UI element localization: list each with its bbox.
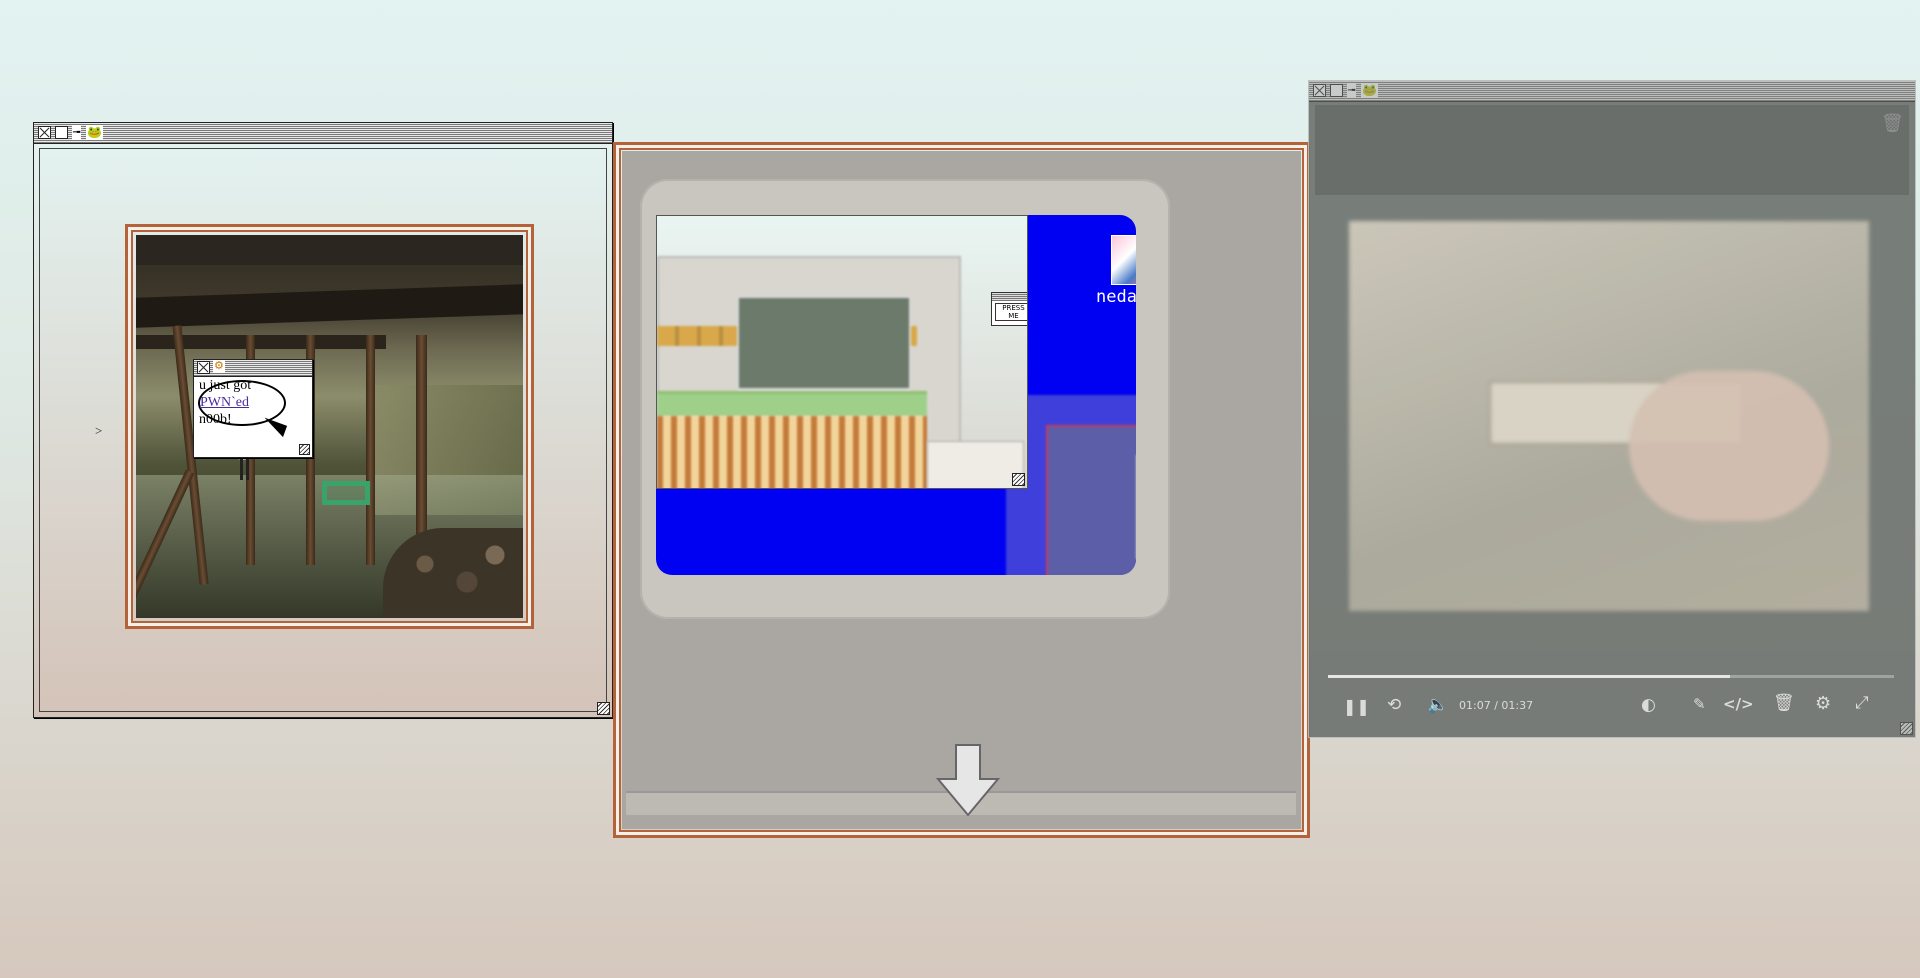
pencil-icon[interactable]: ✎: [1693, 695, 1706, 713]
pwned-popup: ⚙ u just got PWN`ed n00b!: [193, 359, 313, 458]
popup-text-3: n00b!: [199, 412, 232, 427]
volume-icon[interactable]: 🔈: [1427, 695, 1448, 715]
green-rectangle[interactable]: [322, 481, 370, 505]
monitor-frame: nedator PRESS ME: [613, 142, 1310, 838]
pwned-link[interactable]: PWN`ed: [200, 395, 249, 411]
left-window-titlebar[interactable]: ╼ 🐸: [34, 123, 612, 144]
video-frame[interactable]: [1349, 221, 1869, 611]
arrow-text[interactable]: >: [95, 423, 102, 439]
left-window-content: > ⚙ u just got PWN`ed n00b!: [39, 148, 607, 712]
gear-icon[interactable]: ⚙: [213, 360, 225, 373]
zoom-icon[interactable]: [1330, 84, 1343, 97]
frog-icon[interactable]: 🐸: [1361, 83, 1378, 98]
loop-icon[interactable]: ⟲: [1387, 695, 1401, 715]
pwned-popup-titlebar[interactable]: ⚙: [194, 360, 312, 377]
resize-handle-icon[interactable]: [1012, 473, 1025, 486]
resize-handle-icon[interactable]: [597, 702, 610, 715]
left-window: ╼ 🐸 > ⚙ u just got PWN`ed n00b!: [33, 122, 613, 718]
video-header-bar: [1315, 105, 1909, 195]
pin-icon[interactable]: ╼: [72, 125, 82, 140]
progress-fill: [1328, 675, 1730, 678]
settings-gear-icon[interactable]: ⚙: [1815, 693, 1831, 714]
desktop-icon-label[interactable]: nedator: [1096, 287, 1136, 307]
down-arrow-icon[interactable]: [934, 743, 1002, 819]
fullscreen-icon[interactable]: ⤢: [1855, 693, 1869, 713]
time-display: 01:07 / 01:37: [1459, 699, 1534, 712]
contrast-icon[interactable]: ◐: [1641, 695, 1656, 715]
frog-icon[interactable]: 🐸: [86, 125, 103, 140]
trash-icon[interactable]: 🗑: [1773, 693, 1795, 713]
zoom-icon[interactable]: [55, 126, 68, 139]
press-me-button[interactable]: PRESS ME: [995, 303, 1027, 321]
press-me-popup: PRESS ME: [991, 292, 1027, 326]
trash-icon[interactable]: 🗑: [1881, 113, 1904, 134]
close-icon[interactable]: [197, 361, 210, 374]
close-icon[interactable]: [1313, 84, 1326, 97]
popup-text-1: u just got: [199, 378, 252, 393]
photo-frame: [125, 224, 534, 629]
pin-icon[interactable]: ╼: [1347, 83, 1357, 98]
inner-monitor-window: PRESS ME: [656, 215, 1028, 489]
resize-handle-icon[interactable]: [1900, 722, 1913, 735]
video-window-titlebar[interactable]: ╼ 🐸: [1309, 81, 1915, 102]
pause-icon[interactable]: ❚❚: [1343, 697, 1370, 716]
video-window: ╼ 🐸 🗑 ❚❚ ⟲ 🔈 01:07 / 01:37 ◐ ✎ </> 🗑 ⚙ ⤢: [1308, 80, 1916, 738]
resize-handle-icon[interactable]: [299, 444, 310, 455]
desktop-icon[interactable]: [1111, 235, 1136, 285]
code-icon[interactable]: </>: [1723, 695, 1754, 713]
close-icon[interactable]: [38, 126, 51, 139]
monitor-photo: nedator PRESS ME: [622, 151, 1301, 829]
progress-track[interactable]: [1328, 675, 1894, 678]
